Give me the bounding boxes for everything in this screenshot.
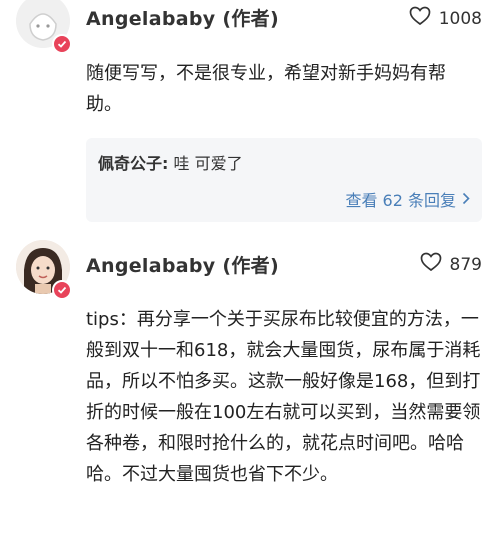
verified-badge-icon [52,280,72,300]
like-button[interactable]: 879 [420,252,482,277]
comment-item: Angelababy (作者) 879 tips：再分享一个关于买尿布比较便宜的… [0,232,498,535]
comment-author[interactable]: Angelababy (作者) [86,251,279,278]
like-count: 1008 [438,8,482,29]
comment-text: tips：再分享一个关于买尿布比较便宜的方法，一般到双十一和618，就会大量囤货… [86,309,481,485]
heart-icon [420,252,442,277]
comment-author[interactable]: Angelababy (作者) [86,4,279,31]
comment-item: Angelababy (作者) 1008 随便写写，不是很专业，希望对新手妈妈有… [0,0,498,232]
like-count: 879 [449,254,482,275]
view-replies-label: 查看 62 条回复 [345,191,456,210]
verified-badge-icon [52,34,72,54]
reply-preview[interactable]: 佩奇公子: 哇 可爱了 查看 62 条回复 [86,138,482,222]
reply-line: 佩奇公子: 哇 可爱了 [98,150,243,174]
reply-text: 哇 可爱了 [168,154,243,173]
reply-author[interactable]: 佩奇公子: [98,154,168,173]
heart-icon [409,6,431,31]
comment-text: 随便写写，不是很专业，希望对新手妈妈有帮助。 [86,63,446,115]
like-button[interactable]: 1008 [409,6,482,31]
chevron-right-icon [462,190,470,209]
view-replies-link[interactable]: 查看 62 条回复 [345,187,470,211]
